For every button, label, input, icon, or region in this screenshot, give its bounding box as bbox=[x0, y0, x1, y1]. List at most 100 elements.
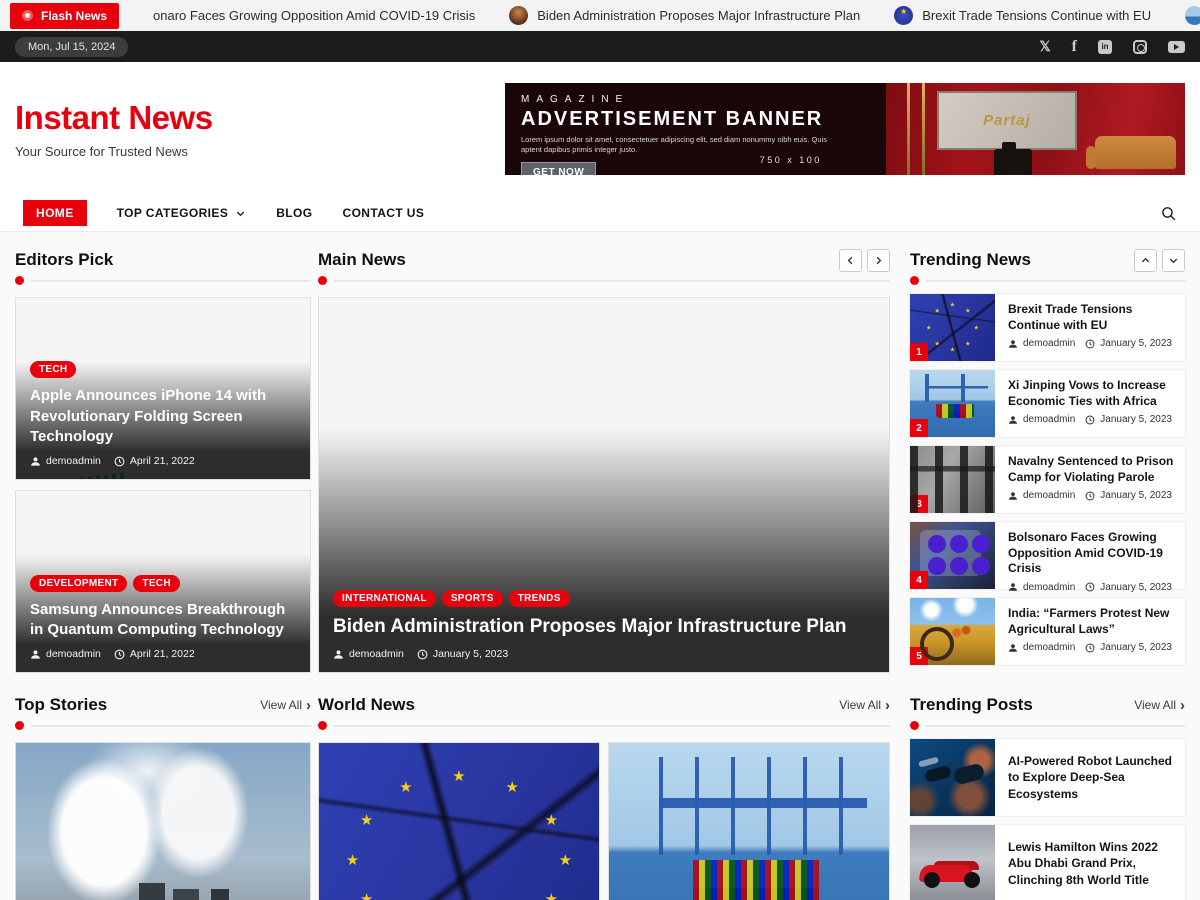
category-badge[interactable]: SPORTS bbox=[442, 590, 503, 607]
section-line bbox=[31, 725, 311, 727]
author-name: demoadmin bbox=[349, 648, 404, 660]
trending-news-item[interactable]: 4 Bolsonaro Faces Growing Opposition Ami… bbox=[910, 522, 1185, 589]
flash-news-label: Flash News bbox=[41, 9, 107, 23]
ad-text-panel: MAGAZINE ADVERTISEMENT BANNER Lorem ipsu… bbox=[505, 83, 886, 175]
clock-icon bbox=[1085, 415, 1095, 425]
chevron-right-icon: › bbox=[1180, 698, 1185, 713]
couch-shape bbox=[1095, 136, 1176, 169]
site-logo[interactable]: Instant News bbox=[15, 99, 213, 137]
category-badge[interactable]: TRENDS bbox=[509, 590, 570, 607]
instagram-icon[interactable] bbox=[1133, 40, 1147, 54]
ticker-item-text: Biden Administration Proposes Major Infr… bbox=[537, 8, 860, 23]
article-title[interactable]: Biden Administration Proposes Major Infr… bbox=[333, 615, 875, 640]
category-badge[interactable]: TECH bbox=[30, 361, 76, 378]
next-slide-button[interactable] bbox=[867, 249, 890, 272]
section-title-main-news: Main News bbox=[318, 250, 406, 270]
article-thumbnail: ★★★★★★★★ 1 bbox=[910, 294, 995, 361]
article-title[interactable]: Brexit Trade Tensions Continue with EU bbox=[1008, 302, 1175, 333]
prev-slide-button[interactable] bbox=[839, 249, 862, 272]
article-title[interactable]: Samsung Announces Breakthrough in Quantu… bbox=[30, 600, 296, 641]
category-badge[interactable]: DEVELOPMENT bbox=[30, 575, 127, 592]
section-line bbox=[334, 725, 890, 727]
search-icon[interactable] bbox=[1160, 205, 1177, 222]
article-title[interactable]: Apple Announces iPhone 14 with Revolutio… bbox=[30, 386, 296, 447]
nav-item-home[interactable]: HOME bbox=[23, 200, 87, 226]
nav-item-contact-us[interactable]: CONTACT US bbox=[343, 206, 425, 220]
section-dot bbox=[910, 721, 919, 730]
eu-flag-thumb-icon bbox=[894, 6, 913, 25]
article-thumbnail bbox=[910, 739, 995, 816]
section-title-editors-pick: Editors Pick bbox=[15, 250, 113, 270]
article-title[interactable]: Lewis Hamilton Wins 2022 Abu Dhabi Grand… bbox=[995, 839, 1185, 888]
main-nav: HOME TOP CATEGORIES BLOG CONTACT US bbox=[0, 195, 1200, 232]
clock-icon bbox=[114, 649, 125, 660]
ticker-item[interactable]: Biden Administration Proposes Major Infr… bbox=[509, 6, 860, 25]
get-now-button[interactable]: GET NOW bbox=[521, 162, 596, 175]
ad-photo-panel: Partaj bbox=[886, 83, 1185, 175]
trending-post-item[interactable]: Lewis Hamilton Wins 2022 Abu Dhabi Grand… bbox=[910, 825, 1185, 900]
section-dot bbox=[318, 276, 327, 285]
article-title[interactable]: India: “Farmers Protest New Agricultural… bbox=[1008, 606, 1175, 637]
article-title[interactable]: Bolsonaro Faces Growing Opposition Amid … bbox=[1008, 530, 1175, 577]
site-tagline: Your Source for Trusted News bbox=[15, 144, 213, 159]
view-all-link[interactable]: View All› bbox=[260, 698, 311, 713]
social-links: 𝕏 f in bbox=[1039, 38, 1185, 56]
category-badge[interactable]: INTERNATIONAL bbox=[333, 590, 436, 607]
ad-kicker: MAGAZINE bbox=[521, 94, 870, 105]
pulse-dot-icon bbox=[22, 10, 33, 21]
article-thumbnail bbox=[910, 825, 995, 900]
rank-badge: 4 bbox=[910, 571, 928, 589]
rank-badge: 5 bbox=[910, 647, 928, 665]
scroll-up-button[interactable] bbox=[1134, 249, 1157, 272]
top-stories-image[interactable] bbox=[15, 742, 311, 900]
article-title[interactable]: Navalny Sentenced to Prison Camp for Vio… bbox=[1008, 454, 1175, 485]
scroll-down-button[interactable] bbox=[1162, 249, 1185, 272]
main-news-section: Main News INTERNATIONAL SPORTS TRENDS Bi… bbox=[318, 248, 890, 673]
page-content: Editors Pick TECH Apple Announces iPhone… bbox=[0, 232, 1200, 900]
decor-strip bbox=[922, 83, 925, 175]
trending-news-item[interactable]: ★★★★★★★★ 1 Brexit Trade Tensions Continu… bbox=[910, 294, 1185, 361]
trending-news-item[interactable]: 2 Xi Jinping Vows to Increase Economic T… bbox=[910, 370, 1185, 437]
trending-news-item[interactable]: 5 India: “Farmers Protest New Agricultur… bbox=[910, 598, 1185, 665]
ticker-item[interactable]: Xi Jinping Vows to Increase Econo bbox=[1185, 6, 1200, 25]
ticker-item-text: Brexit Trade Tensions Continue with EU bbox=[922, 8, 1151, 23]
article-title[interactable]: AI-Powered Robot Launched to Explore Dee… bbox=[995, 753, 1185, 802]
section-line bbox=[926, 280, 1185, 282]
author-icon bbox=[1008, 339, 1018, 349]
publish-date: April 21, 2022 bbox=[130, 455, 195, 467]
nav-item-blog[interactable]: BLOG bbox=[276, 206, 312, 220]
clock-icon bbox=[1085, 643, 1095, 653]
article-title[interactable]: Xi Jinping Vows to Increase Economic Tie… bbox=[1008, 378, 1175, 409]
clock-icon bbox=[1085, 491, 1095, 501]
top-bar: Mon, Jul 15, 2024 𝕏 f in bbox=[0, 31, 1200, 62]
trending-news-item[interactable]: 3 Navalny Sentenced to Prison Camp for V… bbox=[910, 446, 1185, 513]
studio-screen: Partaj bbox=[937, 91, 1078, 150]
screen-text: Partaj bbox=[983, 112, 1031, 129]
world-news-section: World News View All› ★★★★★★★★★★★★ bbox=[318, 693, 890, 900]
main-news-card[interactable]: INTERNATIONAL SPORTS TRENDS Biden Admini… bbox=[318, 297, 890, 673]
facebook-icon[interactable]: f bbox=[1072, 38, 1077, 56]
section-title-trending-news: Trending News bbox=[910, 250, 1031, 270]
chevron-down-icon bbox=[235, 208, 246, 219]
world-news-image-eu[interactable]: ★★★★★★★★★★★★ bbox=[318, 742, 600, 900]
article-thumbnail: 4 bbox=[910, 522, 995, 589]
trending-post-item[interactable]: AI-Powered Robot Launched to Explore Dee… bbox=[910, 739, 1185, 816]
view-all-link[interactable]: View All› bbox=[1134, 698, 1185, 713]
advertisement-banner[interactable]: MAGAZINE ADVERTISEMENT BANNER Lorem ipsu… bbox=[505, 83, 1185, 175]
bottom-grid: Top Stories View All› World News View Al… bbox=[15, 693, 1185, 900]
view-all-link[interactable]: View All› bbox=[839, 698, 890, 713]
ticker-item[interactable]: Brexit Trade Tensions Continue with EU bbox=[894, 6, 1151, 25]
editors-pick-card-2[interactable]: DEVELOPMENT TECH Samsung Announces Break… bbox=[15, 490, 311, 673]
author-name: demoadmin bbox=[46, 455, 101, 467]
flash-news-bar: Flash News onaro Faces Growing Oppositio… bbox=[0, 0, 1200, 31]
x-twitter-icon[interactable]: 𝕏 bbox=[1039, 38, 1050, 55]
category-badge[interactable]: TECH bbox=[133, 575, 179, 592]
rank-badge: 1 bbox=[910, 343, 928, 361]
editors-pick-card-1[interactable]: TECH Apple Announces iPhone 14 with Revo… bbox=[15, 297, 311, 480]
world-news-image-port[interactable] bbox=[608, 742, 890, 900]
youtube-icon[interactable] bbox=[1168, 41, 1185, 53]
ticker-item[interactable]: onaro Faces Growing Opposition Amid COVI… bbox=[153, 8, 475, 23]
theater-thumb-icon bbox=[509, 6, 528, 25]
nav-item-top-categories[interactable]: TOP CATEGORIES bbox=[117, 206, 247, 220]
linkedin-icon[interactable]: in bbox=[1098, 40, 1112, 54]
